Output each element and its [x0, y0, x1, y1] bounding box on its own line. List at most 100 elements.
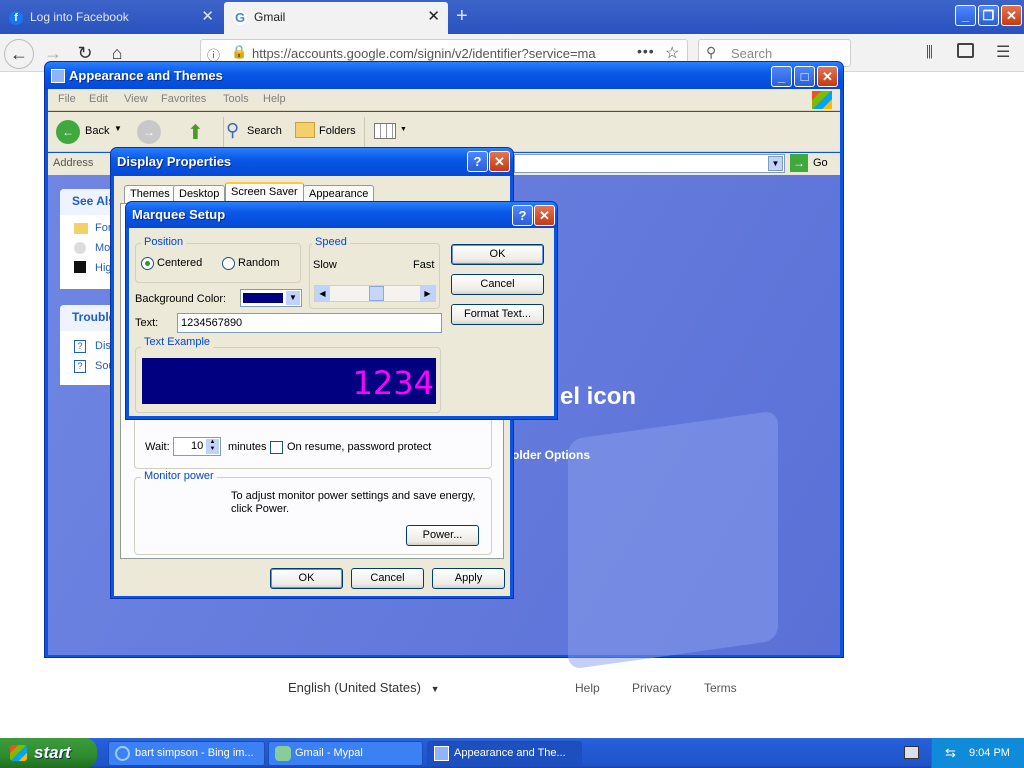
help-button[interactable]: ?	[512, 205, 533, 226]
minutes-label: minutes	[228, 441, 267, 453]
marquee-text-input[interactable]: 1234567890	[177, 313, 442, 333]
system-tray: ⇆ 9:04 PM	[931, 738, 1024, 768]
speed-label: Speed	[312, 236, 350, 248]
see-also-panel: See Also Fonts Mouse Pointers High Contr…	[60, 189, 115, 289]
random-radio[interactable]	[222, 257, 235, 270]
explorer-title-bar[interactable]: Appearance and Themes	[45, 62, 843, 90]
task-label: Gmail - Mypal	[295, 747, 363, 759]
close-button[interactable]: ✕	[817, 66, 838, 87]
start-button[interactable]: start	[0, 738, 97, 768]
text-example-label: Text Example	[141, 336, 214, 348]
back-button-label[interactable]: Back	[85, 125, 109, 137]
menu-help[interactable]: Help	[263, 93, 286, 105]
marquee-preview-text: 1234	[352, 364, 434, 402]
back-icon[interactable]: ←	[56, 120, 80, 144]
minimize-button[interactable]: _	[955, 5, 976, 26]
pick-icon-heading: el icon	[560, 383, 637, 410]
sidebar-icon[interactable]	[957, 43, 974, 58]
ok-button[interactable]: OK	[270, 568, 343, 589]
menu-favorites[interactable]: Favorites	[161, 93, 206, 105]
views-icon[interactable]	[374, 123, 396, 139]
power-button[interactable]: Power...	[406, 525, 479, 546]
spinner-arrows-icon[interactable]: ▲ ▼	[206, 439, 219, 454]
browser-tab-facebook[interactable]: f Log into Facebook ✕	[0, 2, 222, 34]
task-label: Appearance and The...	[454, 747, 566, 759]
chevron-down-icon[interactable]: ▼	[768, 156, 783, 171]
close-button[interactable]: ✕	[1001, 5, 1022, 26]
dropdown-arrow-icon[interactable]: ▼	[114, 124, 122, 133]
apply-button[interactable]: Apply	[432, 568, 505, 589]
help-button[interactable]: ?	[467, 151, 488, 172]
minimize-button[interactable]: _	[771, 66, 792, 87]
close-tab-icon[interactable]: ✕	[427, 2, 440, 32]
page-actions-icon[interactable]: •••	[637, 43, 655, 59]
wait-label: Wait:	[145, 441, 170, 453]
url-text: https://accounts.google.com/signin/v2/id…	[252, 46, 596, 61]
taskbar-task-bing[interactable]: bart simpson - Bing im...	[108, 741, 265, 766]
go-label[interactable]: Go	[813, 157, 828, 169]
go-arrow-icon[interactable]: →	[790, 154, 808, 172]
bookmark-star-icon[interactable]: ☆	[665, 43, 679, 63]
cancel-button[interactable]: Cancel	[451, 274, 544, 295]
menu-file[interactable]: File	[58, 93, 76, 105]
high-contrast-icon	[74, 261, 86, 273]
search-icon[interactable]: ⚲	[226, 120, 239, 141]
background-color-select[interactable]: ▼	[240, 289, 302, 307]
chevron-down-icon[interactable]: ▼	[286, 291, 300, 305]
search-button-label[interactable]: Search	[247, 125, 282, 137]
up-folder-icon[interactable]: ⬆	[187, 120, 204, 145]
clock[interactable]: 9:04 PM	[969, 738, 1010, 768]
new-tab-icon[interactable]: +	[456, 5, 468, 28]
windows-logo-icon	[812, 91, 832, 109]
menu-edit[interactable]: Edit	[89, 93, 108, 105]
marquee-title-bar[interactable]: Marquee Setup	[126, 202, 557, 228]
display-properties-title-bar[interactable]: Display Properties	[111, 148, 513, 176]
control-panel-watermark-icon	[568, 410, 778, 670]
language-selector[interactable]: English (United States) ▼	[288, 680, 440, 695]
ok-button[interactable]: OK	[451, 244, 544, 265]
folders-button-label[interactable]: Folders	[319, 125, 356, 137]
mypal-icon	[275, 746, 291, 761]
centered-radio[interactable]	[141, 257, 154, 270]
back-arrow-icon[interactable]: ←	[4, 39, 34, 69]
library-icon[interactable]: ⫼	[926, 44, 933, 61]
speed-scrollbar[interactable]: ◀ ▶	[314, 285, 436, 302]
wait-minutes-spinner[interactable]: 10 ▲ ▼	[173, 437, 221, 456]
menu-tools[interactable]: Tools	[223, 93, 249, 105]
browser-tab-gmail[interactable]: G Gmail ✕	[224, 2, 448, 34]
dropdown-arrow-icon[interactable]: ▼	[400, 126, 407, 133]
folder-options-link[interactable]: older Options	[512, 448, 590, 462]
close-tab-icon[interactable]: ✕	[201, 2, 214, 32]
network-icon[interactable]: ⇆	[945, 738, 956, 768]
address-input[interactable]: ▼	[514, 154, 785, 173]
menu-view[interactable]: View	[124, 93, 148, 105]
terms-link[interactable]: Terms	[704, 681, 737, 695]
window-title: Appearance and Themes	[69, 68, 223, 83]
maximize-button[interactable]: □	[794, 66, 815, 87]
taskbar-task-gmail[interactable]: Gmail - Mypal	[268, 741, 423, 766]
centered-label: Centered	[157, 257, 203, 269]
cancel-button[interactable]: Cancel	[351, 568, 424, 589]
scroll-left-icon[interactable]: ◀	[315, 286, 330, 301]
password-protect-checkbox[interactable]	[270, 441, 283, 454]
marquee-text-value: 1234567890	[181, 317, 243, 329]
scroll-right-icon[interactable]: ▶	[420, 286, 435, 301]
troubleshooters-header: Troubleshooters	[60, 305, 115, 331]
menu-icon[interactable]: ☰	[996, 42, 1010, 62]
speed-thumb[interactable]	[368, 286, 384, 301]
privacy-link[interactable]: Privacy	[632, 681, 671, 695]
keyboard-icon[interactable]	[904, 746, 919, 759]
marquee-setup-dialog: Marquee Setup ? ✕ Position Centered Rand…	[125, 201, 558, 420]
close-button[interactable]: ✕	[489, 151, 510, 172]
folders-icon[interactable]	[295, 122, 315, 138]
format-text-button[interactable]: Format Text...	[451, 304, 544, 325]
lock-icon: 🔒	[231, 44, 248, 59]
close-button[interactable]: ✕	[534, 205, 555, 226]
forward-icon[interactable]: →	[137, 120, 161, 144]
help-icon: ?	[74, 360, 86, 373]
taskbar-task-appearance[interactable]: Appearance and The...	[427, 741, 582, 766]
search-placeholder: Search	[731, 46, 773, 61]
help-link[interactable]: Help	[575, 681, 600, 695]
toolbar-separator	[223, 117, 224, 147]
restore-button[interactable]: ❐	[978, 5, 999, 26]
